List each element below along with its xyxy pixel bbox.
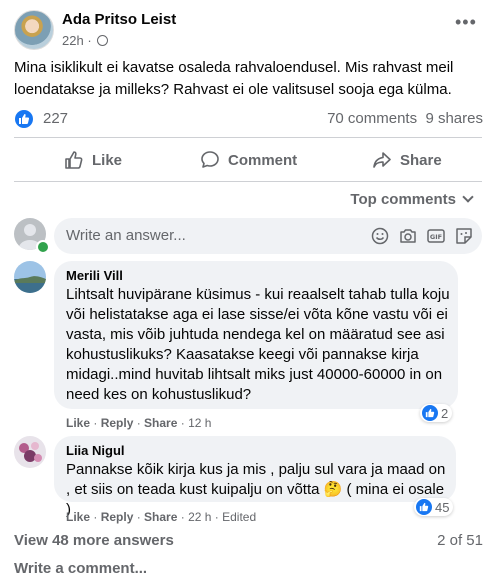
post-text: Mina isiklikult ei kavatse osaleda rahva…: [14, 59, 454, 98]
shares-count[interactable]: 9 shares: [425, 110, 483, 127]
smiley-icon[interactable]: [370, 226, 390, 246]
like-reaction-icon: [422, 405, 438, 421]
comment-time[interactable]: 22 h: [188, 510, 211, 524]
gif-icon[interactable]: GIF: [426, 226, 446, 246]
like-reaction-icon[interactable]: [15, 110, 33, 128]
comment-pager: 2 of 51: [437, 532, 483, 549]
svg-text:GIF: GIF: [430, 233, 442, 241]
thinking-emoji: 🤔: [323, 481, 343, 498]
comment-reply-link[interactable]: Reply: [101, 510, 134, 524]
comment-share-link[interactable]: Share: [144, 416, 177, 430]
commenter-avatar[interactable]: [14, 436, 46, 468]
like-label: Like: [92, 151, 123, 169]
like-button[interactable]: Like: [64, 148, 122, 172]
chevron-down-icon: [462, 191, 474, 203]
comment-reply-link[interactable]: Reply: [101, 416, 134, 430]
comment-reaction-count: 45: [435, 499, 450, 515]
write-comment-link[interactable]: Write a comment...: [14, 560, 147, 577]
commenter-name[interactable]: Merili Vill: [66, 268, 123, 283]
comment-share-link[interactable]: Share: [144, 510, 177, 524]
post-meta: 22h ·: [62, 33, 109, 48]
comment-actions: Like · Reply · Share · 22 h · Edited: [66, 510, 257, 524]
comment-button[interactable]: Comment: [200, 148, 297, 172]
view-more-answers-link[interactable]: View 48 more answers: [14, 532, 174, 549]
comment-reaction-count: 2: [441, 405, 449, 421]
post-stats: 70 comments 9 shares: [327, 110, 483, 127]
meta-separator: ·: [87, 33, 92, 48]
post-author-name[interactable]: Ada Pritso Leist: [62, 11, 176, 28]
comment-reactions[interactable]: 2: [420, 404, 453, 422]
comment-time[interactable]: 12 h: [188, 416, 211, 430]
sort-label: Top comments: [350, 191, 456, 208]
globe-icon: [97, 35, 109, 46]
comment-actions: Like · Reply · Share · 12 h: [66, 416, 212, 430]
divider: [14, 137, 482, 138]
more-horizontal-icon[interactable]: •••: [455, 12, 477, 33]
post-time[interactable]: 22h: [62, 33, 84, 48]
comment-text: Lihtsalt huvipärane küsimus - kui reaals…: [66, 286, 450, 403]
comments-count[interactable]: 70 comments: [327, 110, 417, 127]
edited-label[interactable]: Edited: [222, 510, 256, 524]
online-status-dot: [36, 240, 50, 254]
comment-label: Comment: [228, 151, 298, 169]
answer-input-placeholder: Write an answer...: [66, 227, 186, 244]
share-icon: [373, 152, 391, 168]
commenter-name[interactable]: Liia Nigul: [66, 443, 125, 458]
comment-like-link[interactable]: Like: [66, 510, 90, 524]
share-label: Share: [400, 151, 442, 169]
comment-reactions[interactable]: 45: [414, 498, 454, 516]
sticker-icon[interactable]: [454, 226, 474, 246]
reaction-count[interactable]: 227: [43, 110, 68, 127]
share-button[interactable]: Share: [372, 148, 442, 172]
divider: [14, 181, 482, 182]
comment-icon: [201, 151, 219, 168]
camera-icon[interactable]: [398, 226, 418, 246]
comment-like-link[interactable]: Like: [66, 416, 90, 430]
comment-sort-dropdown[interactable]: Top comments: [350, 191, 474, 208]
commenter-avatar[interactable]: [14, 261, 46, 293]
author-avatar[interactable]: [14, 10, 54, 50]
like-reaction-icon: [416, 499, 432, 515]
thumbs-up-icon: [65, 151, 83, 169]
